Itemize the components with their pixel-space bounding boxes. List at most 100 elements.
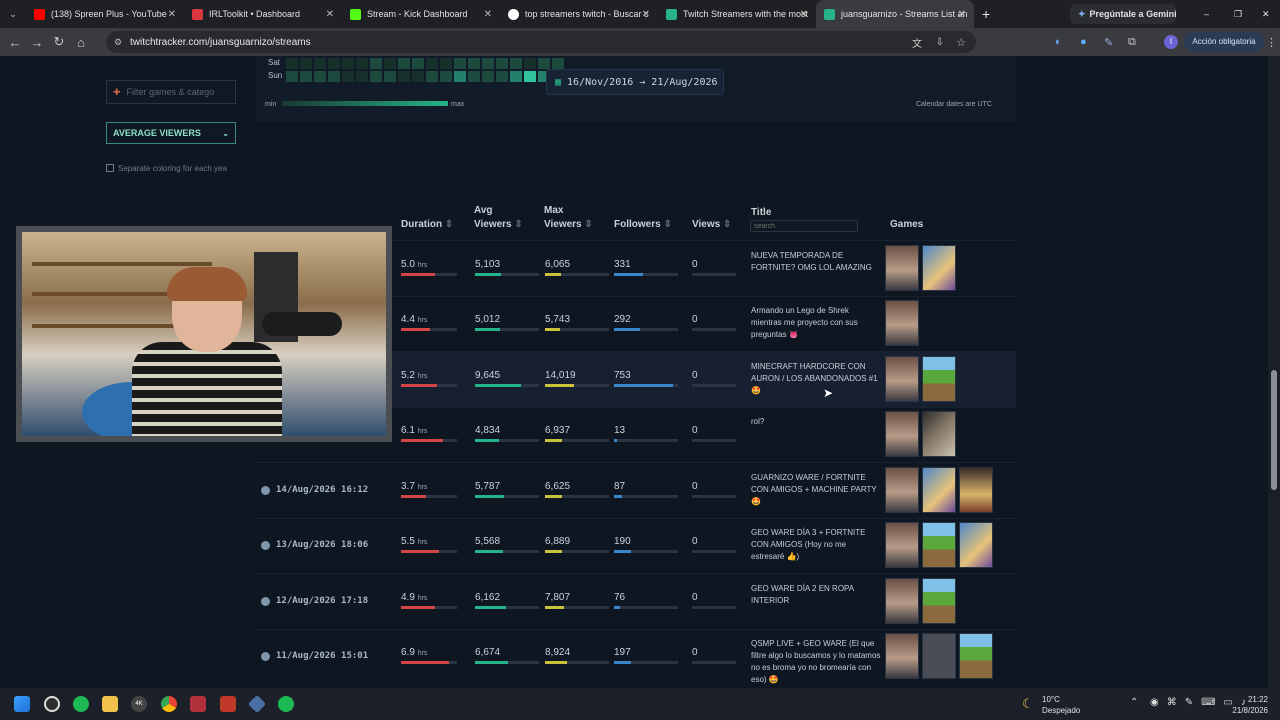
game-person-thumbnail[interactable]	[885, 355, 919, 402]
window-close[interactable]: ✕	[1254, 0, 1278, 28]
close-icon[interactable]: ✕	[484, 9, 492, 20]
address-bar[interactable]: ⚙ twitchtracker.com/juansguarnizo/stream…	[106, 31, 976, 53]
install-icon[interactable]: ⇩	[936, 37, 944, 48]
game-minecraft-thumbnail[interactable]	[922, 522, 956, 569]
game-party-thumbnail[interactable]	[959, 466, 993, 513]
filter-games-input[interactable]: ✚ Filter games & catego	[106, 80, 236, 104]
tab-irltoolkit[interactable]: IRLToolkit • Dashboard ✕	[184, 0, 342, 28]
game-fortnite-thumbnail[interactable]	[922, 244, 956, 291]
clock[interactable]: 21:22 21/8/2026	[1222, 694, 1268, 716]
close-icon[interactable]: ✕	[800, 9, 808, 20]
tab-twitchtracker-most[interactable]: Twitch Streamers with the most ✕	[658, 0, 816, 28]
bookmark-icon[interactable]: ☆	[956, 36, 966, 49]
back-icon[interactable]: ←	[4, 35, 26, 50]
avatar[interactable]: I	[1164, 35, 1178, 49]
table-row[interactable]: 13/Aug/2026 18:06 5.5 hrs 5,568 6,889 190 0 GE…	[256, 517, 1016, 574]
spotify-icon[interactable]	[278, 696, 294, 712]
game-minecraft-thumbnail[interactable]	[922, 355, 956, 402]
windows-start-icon[interactable]	[14, 696, 30, 712]
action-required-button[interactable]: Acción obligatoria	[1184, 32, 1264, 52]
shield-icon[interactable]	[220, 696, 236, 712]
tab-streams-list[interactable]: juansguarnizo - Streams List an ✕	[816, 0, 974, 28]
game-minecraft-thumbnail[interactable]	[959, 633, 993, 680]
game-person-thumbnail[interactable]	[885, 411, 919, 458]
puzzle-icon[interactable]: ⧉	[1128, 36, 1136, 49]
tab-list-button[interactable]: ⌄	[0, 9, 26, 20]
stream-title[interactable]: GEO WARE DÍA 3 + FORTNITE CON AMIGOS (Ho…	[751, 527, 881, 563]
chrome-icon[interactable]	[161, 696, 177, 712]
table-row[interactable]: 11/Aug/2026 15:01 6.9 hrs 6,674 8,924 197 0 QS…	[256, 628, 1016, 686]
site-info-icon[interactable]: ⚙	[114, 37, 122, 48]
badge-4k-icon[interactable]: 4K	[131, 696, 147, 712]
weather[interactable]: 10°C Despejado	[1042, 694, 1080, 716]
stream-title[interactable]: MINECRAFT HARDCORE CON AURON / LOS ABAND…	[751, 361, 881, 397]
table-row[interactable]: 14/Aug/2026 16:12 3.7 hrs 5,787 6,625 87 0 GUA…	[256, 462, 1016, 518]
close-icon[interactable]: ✕	[642, 9, 650, 20]
extension-icon[interactable]: ✎	[1104, 36, 1113, 49]
game-irl-thumbnail[interactable]	[922, 633, 956, 680]
gemini-button[interactable]: ✦ Pregúntale a Gemini	[1070, 4, 1176, 24]
game-person-thumbnail[interactable]	[885, 466, 919, 513]
stream-title[interactable]: NUEVA TEMPORADA DE FORTNITE? OMG LOL AMA…	[751, 250, 881, 274]
col-max-viewers[interactable]: Max Viewers ⇕	[544, 204, 593, 232]
play-icon[interactable]	[261, 596, 270, 606]
close-icon[interactable]: ✕	[958, 9, 966, 20]
title-search-input[interactable]	[750, 220, 858, 232]
play-icon[interactable]	[261, 485, 270, 495]
col-followers[interactable]: Followers ⇕	[614, 218, 672, 232]
extension-icon[interactable]: ◐	[1055, 36, 1062, 48]
stream-date[interactable]: 14/Aug/2026 16:12	[276, 485, 368, 495]
spotify-icon[interactable]	[73, 696, 89, 712]
stream-title[interactable]: GEO WARE DÍA 2 EN ROPA INTERIOR	[751, 583, 881, 607]
game-fortnite-thumbnail[interactable]	[959, 522, 993, 569]
menu-icon[interactable]: ⋮	[1266, 36, 1277, 49]
window-minimize[interactable]: –	[1196, 0, 1217, 28]
tab-kick[interactable]: Stream - Kick Dashboard ✕	[342, 0, 500, 28]
col-duration[interactable]: Duration ⇕	[401, 218, 453, 232]
stream-date[interactable]: 13/Aug/2026 18:06	[276, 540, 368, 550]
game-person-thumbnail[interactable]	[885, 633, 919, 680]
col-avg-viewers[interactable]: Avg Viewers ⇕	[474, 204, 523, 232]
stream-date[interactable]: 11/Aug/2026 15:01	[276, 651, 368, 661]
app-icon[interactable]	[190, 696, 206, 712]
col-views[interactable]: Views ⇕	[692, 218, 731, 232]
extension-icon[interactable]: ●	[1080, 36, 1087, 48]
app-icon[interactable]	[247, 694, 267, 714]
stream-title[interactable]: QSMP LIVE + GEO WARE (El que filtre algo…	[751, 638, 881, 686]
separate-coloring-checkbox[interactable]: Separate coloring for each yea	[106, 164, 227, 173]
folder-icon[interactable]	[102, 696, 118, 712]
page-scrollbar[interactable]	[1268, 56, 1280, 688]
play-icon[interactable]	[261, 541, 270, 551]
tray-chevron-icon[interactable]: ⌃	[1130, 697, 1138, 708]
obs-icon[interactable]	[44, 696, 60, 712]
tab-google[interactable]: top streamers twitch - Buscar c ✕	[500, 0, 658, 28]
home-icon[interactable]: ⌂	[70, 35, 92, 50]
forward-icon[interactable]: →	[26, 35, 48, 50]
game-fortnite-thumbnail[interactable]	[922, 466, 956, 513]
translate-icon[interactable]: 文	[912, 35, 922, 50]
close-icon[interactable]: ✕	[168, 9, 176, 20]
clock-date: 21/8/2026	[1232, 706, 1268, 715]
tab-youtube[interactable]: (138) Spreen Plus - YouTube ✕	[26, 0, 184, 28]
game-person-thumbnail[interactable]	[885, 244, 919, 291]
game-person-thumbnail[interactable]	[885, 300, 919, 347]
reload-icon[interactable]: ↻	[48, 34, 70, 50]
stream-title[interactable]: Armando un Lego de Shrek mientras me pro…	[751, 305, 881, 341]
followers-value: 292	[614, 314, 631, 326]
date-range[interactable]: ▦ 16/Nov/2016 → 21/Aug/2026	[546, 69, 724, 95]
game-person-thumbnail[interactable]	[885, 522, 919, 569]
game-person-thumbnail[interactable]	[885, 577, 919, 624]
metric-select[interactable]: AVERAGE VIEWERS ⌄	[106, 122, 236, 144]
new-tab-button[interactable]: +	[974, 0, 1004, 28]
close-icon[interactable]: ✕	[326, 9, 334, 20]
stream-date[interactable]: 12/Aug/2026 17:18	[276, 596, 368, 606]
play-icon[interactable]	[261, 652, 270, 662]
stream-title[interactable]: GUARNIZO WARE / FORTNITE CON AMIGOS + MA…	[751, 472, 881, 508]
followers-value: 197	[614, 647, 631, 659]
game-minecraft-thumbnail[interactable]	[922, 577, 956, 624]
window-maximize[interactable]: ❐	[1226, 0, 1250, 28]
game-gta-thumbnail[interactable]	[922, 411, 956, 458]
table-row[interactable]: 12/Aug/2026 17:18 4.9 hrs 6,162 7,807 76 0 GEO…	[256, 573, 1016, 629]
stream-title[interactable]: rol?	[751, 416, 881, 428]
scrollbar-thumb[interactable]	[1271, 370, 1277, 490]
